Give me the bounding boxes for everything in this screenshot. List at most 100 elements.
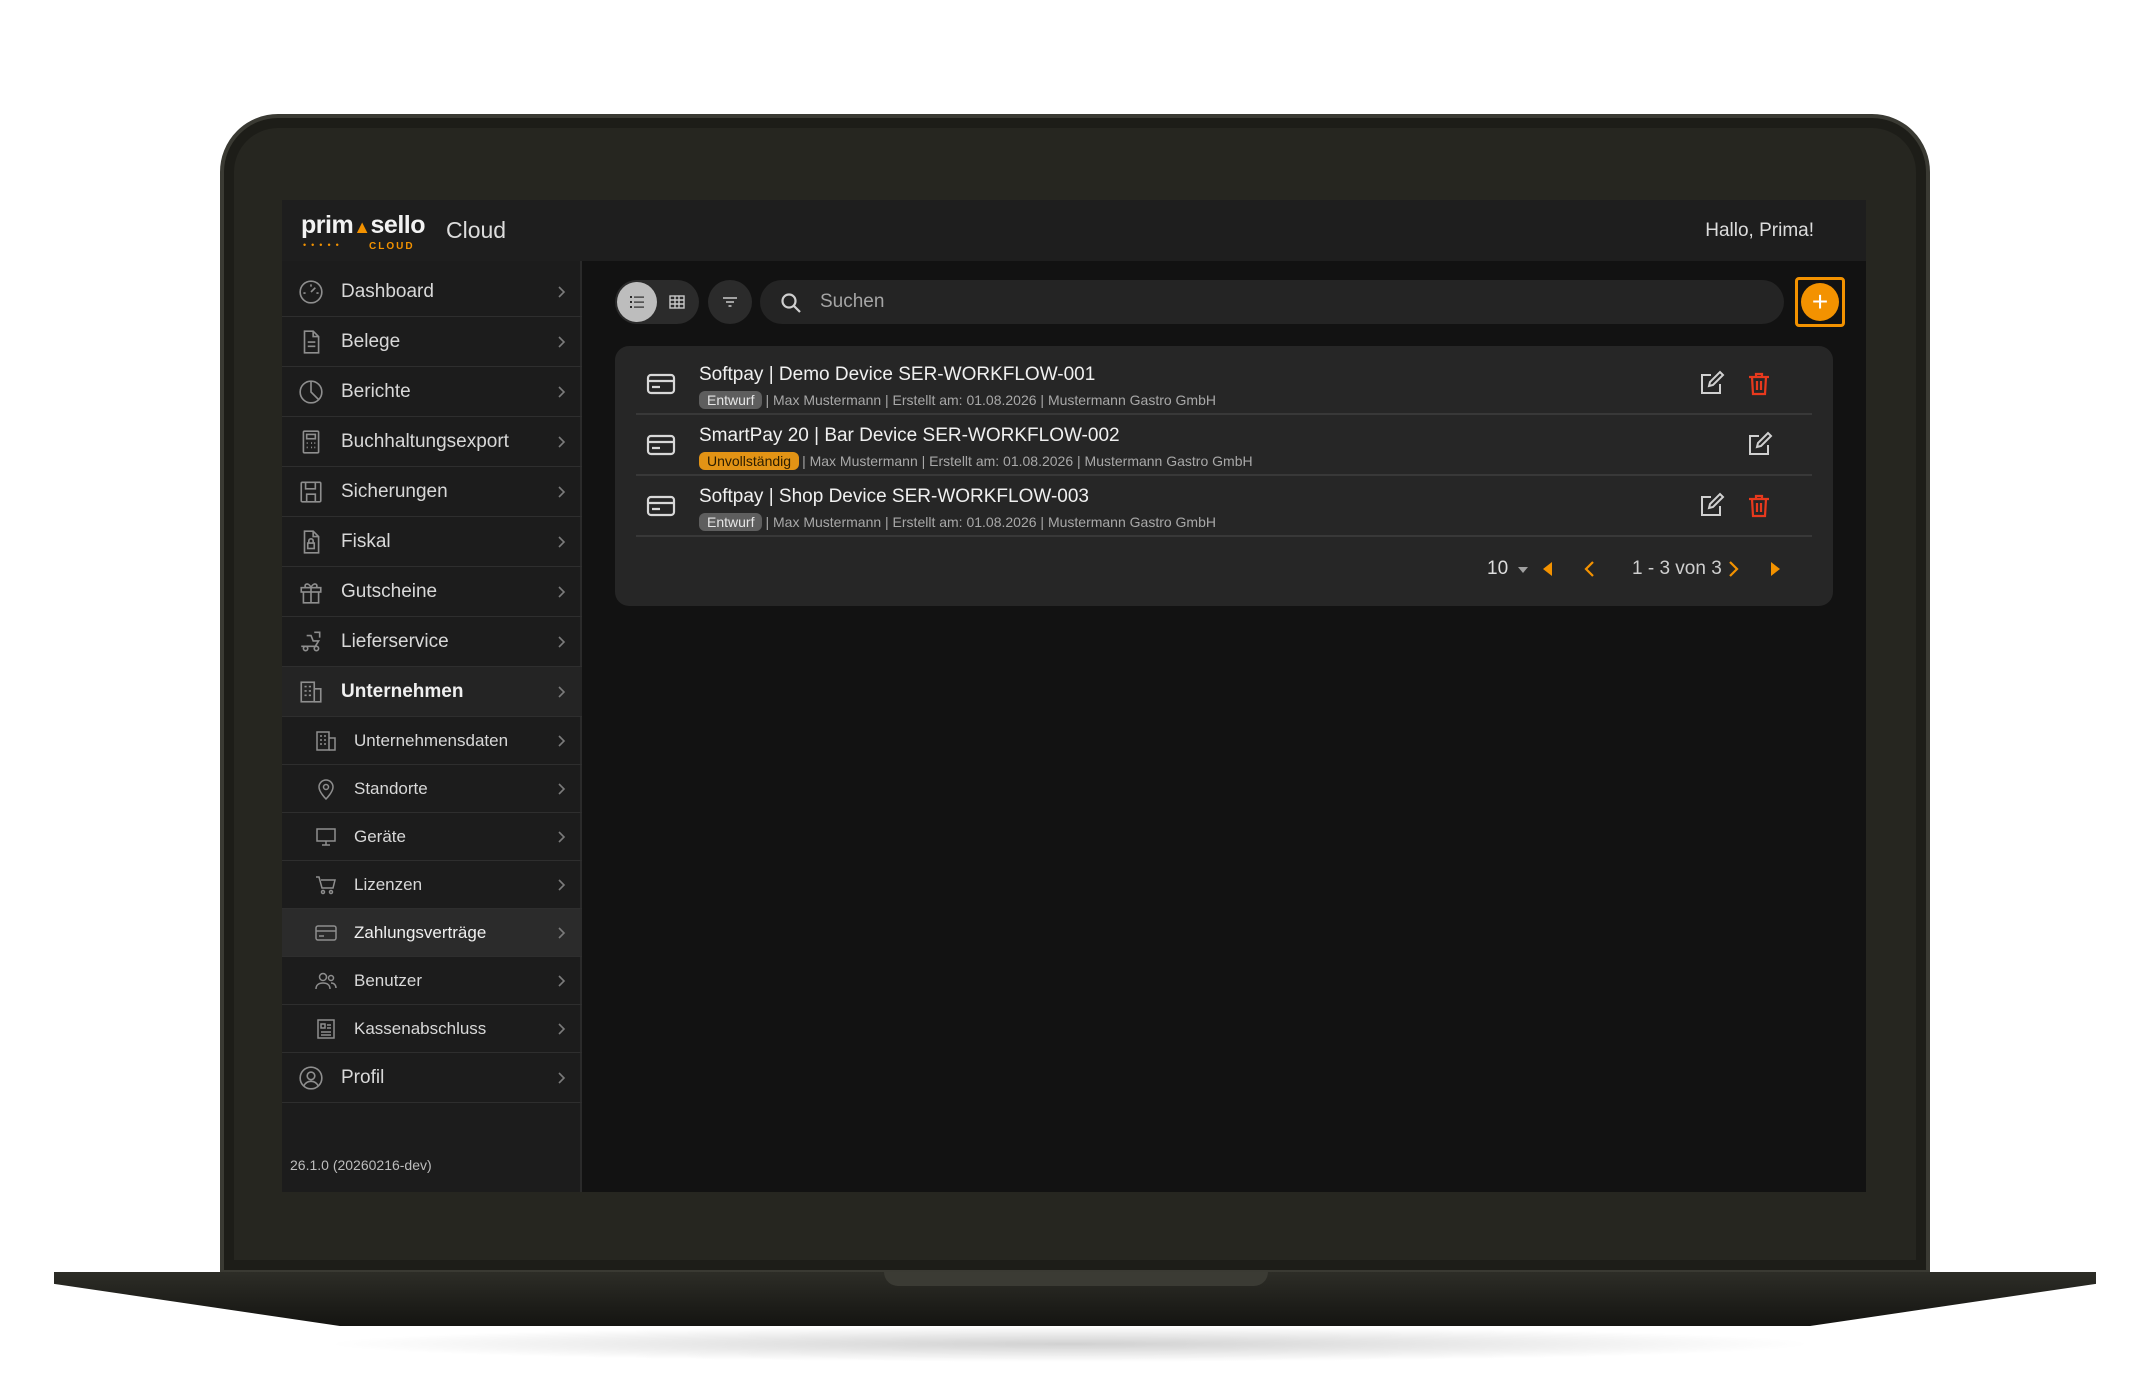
sidebar-subitem-kassenabschluss[interactable]: Kassenabschluss [282, 1005, 582, 1053]
delivery-icon [301, 630, 321, 651]
previous-page-icon[interactable] [1579, 558, 1601, 580]
contracts-list: Softpay | Demo Device SER-WORKFLOW-001 E… [615, 346, 1833, 606]
next-page-icon[interactable] [1722, 558, 1744, 580]
laptop-shadow [320, 1326, 1820, 1362]
page-size-select[interactable]: 10 [1487, 558, 1508, 580]
sidebar-item-label: Gutscheine [341, 580, 438, 602]
edit-icon[interactable] [1745, 431, 1773, 459]
list-toolbar: + [615, 277, 1860, 327]
caret-down-icon[interactable] [1518, 567, 1528, 573]
sidebar-item-fiskal[interactable]: Fiskal [282, 517, 582, 567]
add-button-focus-ring: + [1795, 277, 1845, 327]
chevron-right-icon [558, 1071, 566, 1084]
sidebar-item-label: Lizenzen [354, 874, 423, 894]
sidebar-item-label: Lieferservice [341, 630, 449, 652]
sidebar-subitem-benutzer[interactable]: Benutzer [282, 957, 582, 1005]
credit-card-icon [646, 373, 676, 395]
table-icon [669, 295, 685, 309]
list-item-meta: Unvollständig | Max Mustermann | Erstell… [699, 452, 1253, 470]
status-badge: Unvollständig [699, 452, 800, 470]
sidebar-item-label: Belege [341, 330, 401, 352]
sidebar-item-label: Fiskal [341, 530, 391, 552]
sidebar-subitem-geraete[interactable]: Geräte [282, 813, 582, 861]
sidebar-item-gutscheine[interactable]: Gutscheine [282, 567, 582, 617]
sidebar-item-label: Sicherungen [341, 480, 448, 502]
sidebar-item-label: Unternehmensdaten [354, 730, 509, 750]
credit-card-icon [315, 924, 337, 941]
sidebar-item-sicherungen[interactable]: Sicherungen [282, 467, 582, 517]
app-title: Cloud [446, 217, 507, 243]
sidebar: Dashboard Belege Berichte Buchhaltungsex… [282, 261, 582, 1192]
chevron-right-icon [558, 585, 566, 598]
sidebar-item-label: Profil [341, 1066, 385, 1088]
sidebar-item-label: Unternehmen [341, 680, 464, 702]
lock-document-icon [303, 529, 320, 554]
save-icon [300, 480, 322, 503]
sidebar-subitem-unternehmensdaten[interactable]: Unternehmensdaten [282, 717, 582, 765]
sidebar-item-label: Zahlungsverträge [354, 922, 487, 942]
logo-dots: ••••• [303, 239, 344, 250]
trash-icon[interactable] [1745, 492, 1773, 520]
search-input[interactable] [820, 280, 1760, 324]
list-item-title: Softpay | Shop Device SER-WORKFLOW-003 [699, 486, 1090, 507]
list-item-title: Softpay | Demo Device SER-WORKFLOW-001 [699, 364, 1096, 385]
list-view-button[interactable] [617, 282, 657, 322]
edit-icon[interactable] [1697, 370, 1725, 398]
building-icon [316, 730, 336, 751]
logo-sub: CLOUD [369, 240, 415, 252]
view-toggle [615, 280, 699, 324]
list-item[interactable]: SmartPay 20 | Bar Device SER-WORKFLOW-00… [636, 415, 1812, 476]
document-icon [303, 329, 320, 354]
monitor-icon [316, 827, 336, 846]
search-bar [760, 280, 1784, 324]
sidebar-item-label: Benutzer [354, 970, 423, 990]
filter-button[interactable] [708, 280, 752, 324]
page-info: 1 - 3 von 3 [1632, 558, 1722, 579]
pie-chart-icon [299, 379, 323, 404]
chevron-right-icon [558, 535, 566, 548]
chevron-right-icon [558, 734, 566, 747]
status-badge: Entwurf [699, 513, 763, 531]
sidebar-item-label: Kassenabschluss [354, 1018, 487, 1038]
edit-icon[interactable] [1697, 492, 1725, 520]
sidebar-item-label: Berichte [341, 380, 411, 402]
table-view-button[interactable] [657, 282, 697, 322]
chevron-right-icon [558, 685, 566, 698]
sidebar-item-lieferservice[interactable]: Lieferservice [282, 617, 582, 667]
sidebar-item-unternehmen[interactable]: Unternehmen [282, 667, 582, 717]
credit-card-icon [646, 495, 676, 517]
search-icon [781, 293, 801, 313]
sidebar-subitem-standorte[interactable]: Standorte [282, 765, 582, 813]
chevron-right-icon [558, 485, 566, 498]
list-item-meta: Entwurf | Max Mustermann | Erstellt am: … [699, 513, 1216, 531]
list-item-details: | Max Mustermann | Erstellt am: 01.08.20… [765, 392, 1216, 408]
user-greeting[interactable]: Hallo, Prima! [1705, 220, 1814, 242]
sidebar-item-label: Geräte [354, 826, 406, 846]
pagination: 10 1 - 3 von 3 [615, 554, 1833, 584]
sidebar-item-buchhaltungsexport[interactable]: Buchhaltungsexport [282, 417, 582, 467]
chevron-right-icon [558, 878, 566, 891]
trash-icon[interactable] [1745, 370, 1773, 398]
add-button[interactable]: + [1801, 283, 1839, 321]
status-badge: Entwurf [699, 391, 763, 409]
sidebar-item-berichte[interactable]: Berichte [282, 367, 582, 417]
sidebar-item-belege[interactable]: Belege [282, 317, 582, 367]
list-item-title: SmartPay 20 | Bar Device SER-WORKFLOW-00… [699, 425, 1120, 446]
sidebar-subitem-lizenzen[interactable]: Lizenzen [282, 861, 582, 909]
chevron-right-icon [558, 974, 566, 987]
sidebar-item-dashboard[interactable]: Dashboard [282, 267, 582, 317]
sidebar-subitem-zahlungsvertraege[interactable]: Zahlungsverträge [282, 909, 582, 957]
location-pin-icon [318, 778, 334, 800]
list-item[interactable]: Softpay | Demo Device SER-WORKFLOW-001 E… [636, 354, 1812, 415]
list-item[interactable]: Softpay | Shop Device SER-WORKFLOW-003 E… [636, 476, 1812, 537]
list-item-details: | Max Mustermann | Erstellt am: 01.08.20… [765, 514, 1216, 530]
logo[interactable]: prim▲sello ••••• CLOUD [301, 211, 426, 252]
list-item-meta: Entwurf | Max Mustermann | Erstellt am: … [699, 391, 1216, 409]
chevron-right-icon [558, 1022, 566, 1035]
sidebar-item-profil[interactable]: Profil [282, 1053, 582, 1103]
list-icon [630, 296, 644, 308]
app-version: 26.1.0 (20260216-dev) [290, 1157, 432, 1173]
last-page-icon[interactable] [1764, 558, 1786, 580]
chevron-right-icon [558, 782, 566, 795]
first-page-icon[interactable] [1537, 558, 1559, 580]
